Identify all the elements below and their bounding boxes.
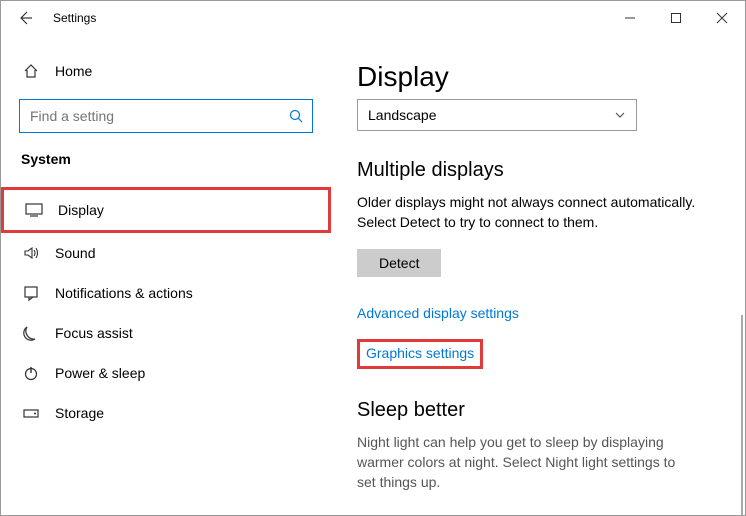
nav-label: Storage xyxy=(55,405,104,421)
nav-sound[interactable]: Sound xyxy=(1,233,331,273)
notifications-icon xyxy=(21,285,41,301)
sleep-better-body: Night light can help you get to sleep by… xyxy=(357,432,697,493)
nav-focus-assist[interactable]: Focus assist xyxy=(1,313,331,353)
sidebar: Home System Display Sound xyxy=(1,35,331,515)
focus-assist-icon xyxy=(21,325,41,341)
sound-icon xyxy=(21,245,41,261)
window-title: Settings xyxy=(53,11,96,25)
nav-notifications[interactable]: Notifications & actions xyxy=(1,273,331,313)
scrollbar[interactable] xyxy=(741,315,743,515)
page-title: Display xyxy=(357,61,719,93)
detect-button[interactable]: Detect xyxy=(357,249,441,277)
content-area: Display Landscape Multiple displays Olde… xyxy=(331,35,745,515)
nav-home-label: Home xyxy=(55,63,92,79)
back-button[interactable] xyxy=(1,1,49,35)
orientation-dropdown[interactable]: Landscape xyxy=(357,99,637,131)
nav-storage[interactable]: Storage xyxy=(1,393,331,433)
storage-icon xyxy=(21,406,41,420)
power-icon xyxy=(21,365,41,381)
search-icon xyxy=(289,109,303,123)
minimize-button[interactable] xyxy=(607,1,653,35)
graphics-settings-link[interactable]: Graphics settings xyxy=(366,345,474,361)
nav-label: Power & sleep xyxy=(55,365,145,381)
nav-display[interactable]: Display xyxy=(1,187,331,233)
graphics-settings-highlight: Graphics settings xyxy=(357,339,483,369)
display-icon xyxy=(24,203,44,217)
nav-label: Sound xyxy=(55,245,95,261)
dropdown-value: Landscape xyxy=(368,107,437,123)
multiple-displays-heading: Multiple displays xyxy=(357,159,719,182)
chevron-down-icon xyxy=(614,109,626,121)
nav-label: Notifications & actions xyxy=(55,285,193,301)
nav-home[interactable]: Home xyxy=(1,55,331,87)
nav-label: Focus assist xyxy=(55,325,133,341)
home-icon xyxy=(21,63,41,79)
nav-label: Display xyxy=(58,202,104,218)
close-button[interactable] xyxy=(699,1,745,35)
multiple-displays-body: Older displays might not always connect … xyxy=(357,192,697,233)
nav-power-sleep[interactable]: Power & sleep xyxy=(1,353,331,393)
sleep-better-heading: Sleep better xyxy=(357,399,719,422)
search-input[interactable] xyxy=(19,99,313,133)
advanced-display-settings-link[interactable]: Advanced display settings xyxy=(357,305,519,321)
sidebar-section-header: System xyxy=(1,149,331,187)
maximize-button[interactable] xyxy=(653,1,699,35)
